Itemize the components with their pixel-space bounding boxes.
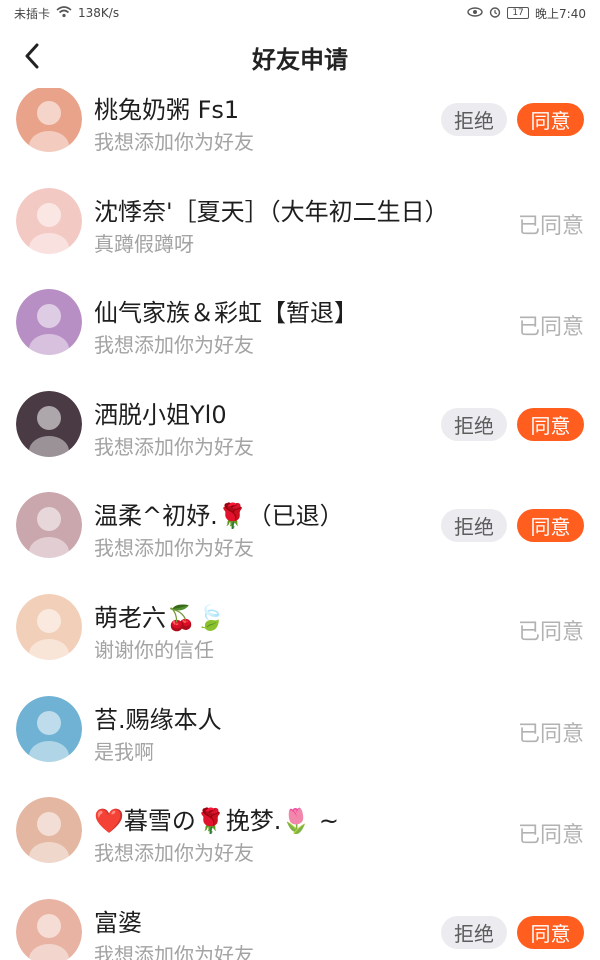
request-message: 是我啊	[94, 739, 154, 764]
avatar[interactable]	[16, 187, 82, 254]
list-item[interactable]: 苔.赐缘本人是我啊 已同意	[0, 678, 600, 780]
request-message: 我想添加你为好友	[94, 434, 254, 459]
avatar[interactable]	[16, 390, 82, 457]
requester-name: 温柔^初妤.🌹（已退）	[94, 502, 344, 531]
back-button[interactable]	[14, 40, 50, 76]
request-message: 我想添加你为好友	[94, 130, 254, 154]
list-item[interactable]: 桃兔奶粥 Fs1 我想添加你为好友 拒绝 同意	[0, 88, 600, 170]
agree-button[interactable]: 同意	[517, 915, 584, 949]
avatar[interactable]	[16, 289, 82, 356]
avatar[interactable]	[16, 593, 82, 660]
requester-name: 富婆	[94, 908, 142, 937]
status-bar: 未插卡 138K/s 17 晚上7:40	[0, 0, 600, 26]
chevron-left-icon	[23, 43, 41, 73]
reject-button[interactable]: 拒绝	[441, 915, 507, 949]
request-message: 我想添加你为好友	[94, 841, 254, 866]
page-title: 好友申请	[252, 45, 348, 74]
list-item[interactable]: 仙气家族＆彩虹【暂退】我想添加你为好友 已同意	[0, 271, 600, 373]
list-item[interactable]: 富婆我想添加你为好友 拒绝 同意	[0, 881, 600, 960]
agreed-status-label: 已同意	[517, 213, 584, 239]
requester-name: 仙气家族＆彩虹【暂退】	[94, 299, 358, 328]
request-message: 我想添加你为好友	[94, 333, 254, 358]
avatar[interactable]	[16, 695, 82, 762]
list-item[interactable]: 洒脱小姐Yl0 我想添加你为好友 拒绝 同意	[0, 373, 600, 475]
avatar[interactable]	[16, 492, 82, 559]
list-item[interactable]: 萌老六🍒🍃 谢谢你的信任 已同意	[0, 576, 600, 678]
carrier-label: 未插卡	[14, 6, 51, 21]
request-message: 我想添加你为好友	[94, 942, 254, 960]
battery-icon: 17	[507, 7, 530, 19]
friend-request-list[interactable]: 桃兔奶粥 Fs1 我想添加你为好友 拒绝 同意 沈悸奈'［夏天］（大年初二生日） 真蹲假蹲…	[0, 88, 600, 960]
reject-button[interactable]: 拒绝	[441, 509, 507, 543]
agreed-status-label: 已同意	[517, 315, 584, 341]
avatar[interactable]	[16, 797, 82, 864]
request-message: 我想添加你为好友	[94, 536, 254, 561]
agreed-status-label: 已同意	[517, 619, 584, 645]
requester-name: 洒脱小姐Yl0	[94, 400, 227, 429]
nav-bar: 好友申请	[0, 26, 600, 88]
requester-name: 沈悸奈'［夏天］（大年初二生日）	[94, 197, 449, 226]
list-item[interactable]: ❤️暮雪の🌹挽梦.🌷 ~ 我想添加你为好友 已同意	[0, 779, 600, 881]
requester-name: 苔.赐缘本人	[94, 705, 222, 734]
request-message: 真蹲假蹲呀	[94, 231, 194, 256]
avatar[interactable]	[16, 898, 82, 960]
list-item[interactable]: 温柔^初妤.🌹（已退） 我想添加你为好友 拒绝 同意	[0, 474, 600, 576]
request-message: 谢谢你的信任	[94, 637, 214, 662]
agreed-status-label: 已同意	[517, 823, 584, 849]
requester-name: ❤️暮雪の🌹挽梦.🌷 ~	[94, 807, 340, 836]
clock: 晚上7:40	[535, 6, 586, 21]
requester-name: 萌老六🍒🍃	[94, 603, 226, 632]
agree-button[interactable]: 同意	[517, 509, 584, 543]
network-speed: 138K/s	[78, 6, 120, 20]
avatar[interactable]	[16, 88, 82, 152]
agree-button[interactable]: 同意	[517, 103, 584, 136]
reject-button[interactable]: 拒绝	[441, 103, 507, 136]
requester-name: 桃兔奶粥 Fs1	[94, 96, 240, 124]
eye-icon	[467, 6, 483, 20]
alarm-icon	[489, 6, 501, 21]
agree-button[interactable]: 同意	[517, 407, 584, 441]
list-item[interactable]: 沈悸奈'［夏天］（大年初二生日） 真蹲假蹲呀 已同意	[0, 170, 600, 272]
reject-button[interactable]: 拒绝	[441, 407, 507, 441]
agreed-status-label: 已同意	[517, 721, 584, 747]
wifi-icon	[56, 5, 72, 21]
